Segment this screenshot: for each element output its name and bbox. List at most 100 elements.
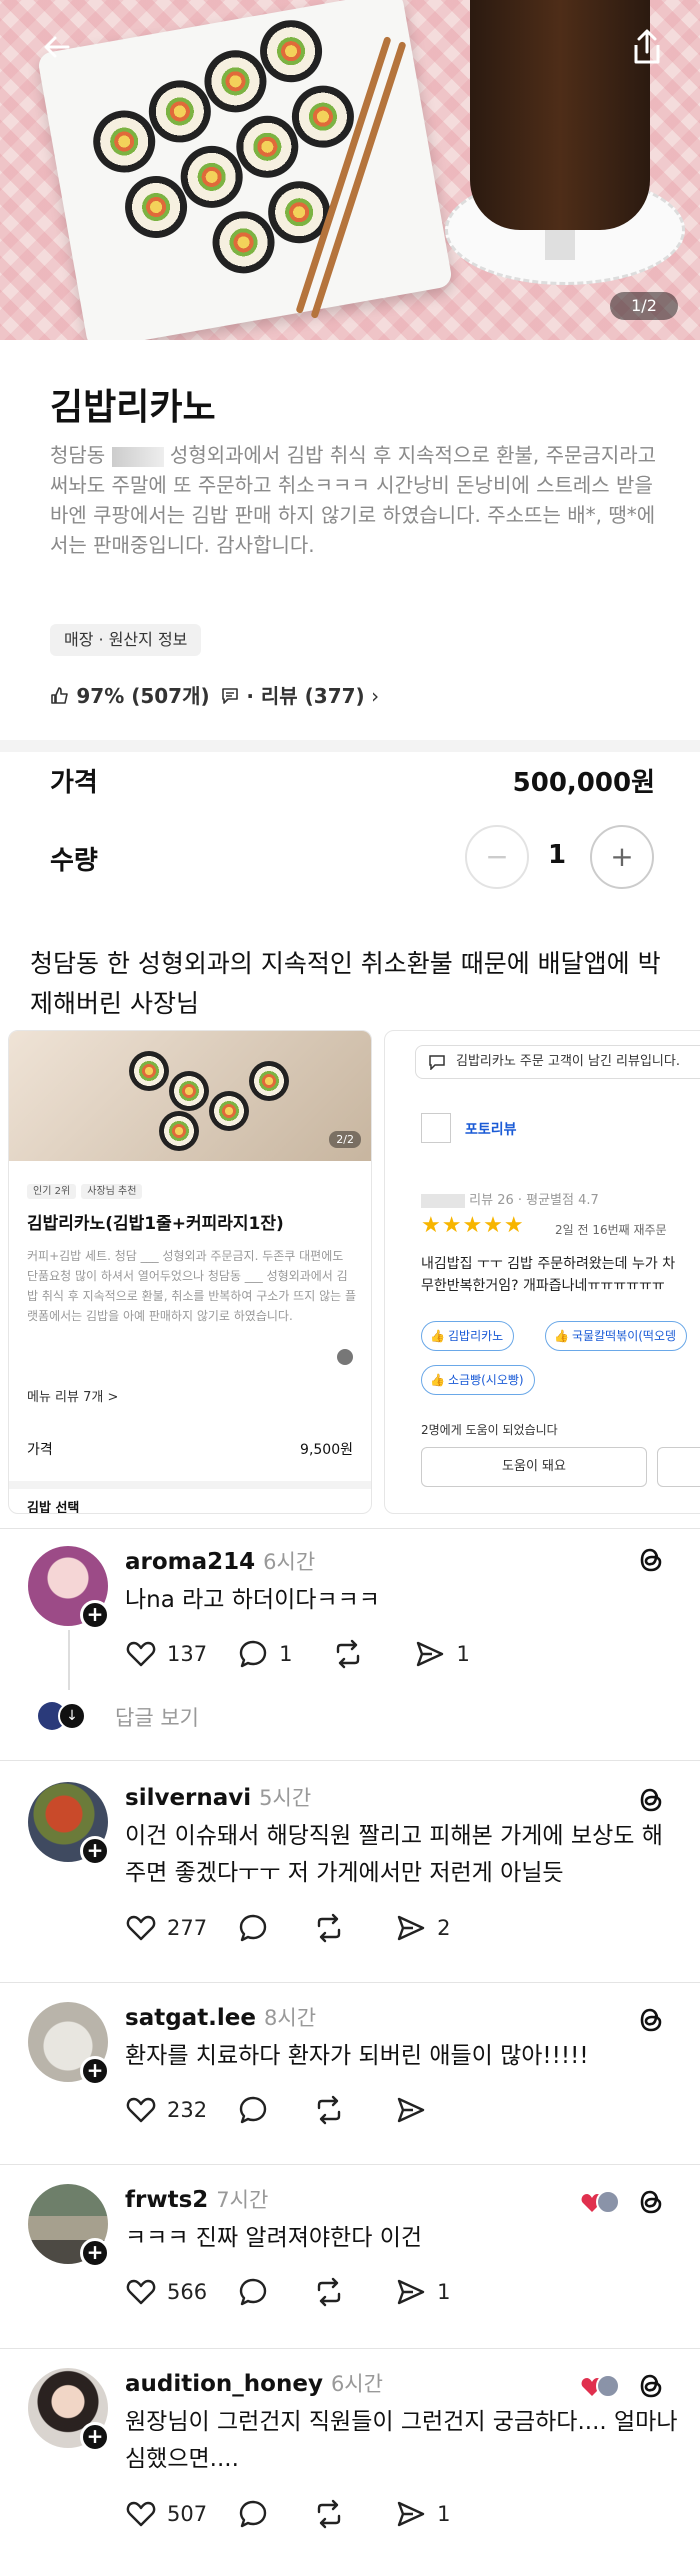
photo-review-checkbox[interactable] — [421, 1113, 451, 1143]
send-icon[interactable] — [395, 2094, 427, 2126]
embedded-menu-screenshot[interactable]: 2/2 인기 2위 사장님 추천 김밥리카노(김밥1줄+커피라지1잔) 커피+김… — [8, 1030, 372, 1514]
menu-chip[interactable]: 👍 소금빵(시오빵) — [421, 1365, 535, 1395]
like-count: 507 — [167, 2502, 208, 2526]
kimbap-select-label: 김밥 선택 — [27, 1501, 80, 1514]
follow-plus-icon[interactable]: + — [80, 2238, 110, 2268]
post-caption: 청담동 한 성형외과의 지속적인 취소환불 때문에 배달앱에 박제해버린 사장님 — [30, 949, 661, 1018]
coffee-glass — [470, 0, 650, 230]
menu-name: 김밥리카노(김밥1줄+커피라지1잔) — [27, 1214, 284, 1234]
share-icon[interactable] — [630, 28, 664, 66]
divider — [0, 2164, 700, 2165]
comment: + frwts2 7시간 ㅋㅋㅋ 진짜 알려져야한다 이건 566 1 — [0, 2166, 700, 2346]
chevron-right-icon: › — [371, 684, 380, 708]
quantity-plus-button[interactable]: + — [590, 825, 654, 889]
menu-description: 커피+김밥 세트. 청담 ___ 성형외과 주문금지. 두존쿠 대편에도 단품요… — [27, 1249, 357, 1323]
threads-icon[interactable] — [635, 2186, 667, 2218]
comment-username[interactable]: frwts2 7시간 — [125, 2184, 268, 2214]
thumbs-up-icon — [51, 687, 68, 704]
threads-icon[interactable] — [635, 1544, 667, 1576]
comment: + satgat.lee 8시간 환자를 치료하다 환자가 되버린 애들이 많아!… — [0, 1984, 700, 2164]
follow-plus-icon[interactable]: + — [80, 2422, 110, 2452]
heart-icon[interactable] — [125, 1638, 157, 1670]
quantity-minus-button[interactable]: − — [465, 825, 529, 889]
thumbs-up-icon: 👍 — [430, 1373, 445, 1387]
threads-icon[interactable] — [635, 1784, 667, 1816]
send-icon[interactable] — [395, 2498, 427, 2530]
price-value: 500,000원 — [512, 768, 655, 798]
section-divider — [0, 740, 700, 752]
comment-username[interactable]: aroma214 6시간 — [125, 1546, 315, 1576]
threads-icon[interactable] — [635, 2004, 667, 2036]
thumbs-up-icon: 👍 — [430, 1329, 445, 1343]
comment-text: ㅋㅋㅋ 진짜 알려져야한다 이건 — [125, 2225, 423, 2251]
menu-price-label: 가격 — [27, 1442, 53, 1458]
comment-icon — [222, 688, 238, 704]
menu-review-link[interactable]: 메뉴 리뷰 7개 > — [27, 1386, 118, 1405]
menu-chip[interactable]: 👍 김밥리카노 — [421, 1321, 515, 1351]
reply-icon[interactable] — [237, 2498, 269, 2530]
review-text: 내김밥집 ㅜㅜ 김밥 주문하려왔는데 누가 차 무한반복한거임? 개파즙나네ㅠㅠ… — [421, 1256, 676, 1294]
comment-username[interactable]: silvernavi 5시간 — [125, 1782, 311, 1812]
comment-text: 원장님이 그런건지 직원들이 그런건지 궁금하다.... 얼마나 심했으면...… — [125, 2409, 678, 2472]
follow-plus-icon[interactable]: + — [80, 1600, 110, 1630]
repost-icon[interactable] — [313, 2094, 345, 2126]
quantity-value: 1 — [548, 840, 567, 870]
origin-info-badge[interactable]: 매장 · 원산지 정보 — [50, 624, 202, 656]
send-icon[interactable] — [395, 2276, 427, 2308]
review-notice: 김밥리카노 주문 고객이 남긴 리뷰입니다. — [415, 1045, 700, 1079]
helpful-count: 2명에게 도움이 되었습니다 — [421, 1423, 558, 1437]
kimbap-plate — [36, 0, 454, 340]
secondary-button[interactable] — [657, 1447, 700, 1487]
image-page-indicator: 1/2 — [610, 292, 678, 320]
back-arrow-icon[interactable] — [42, 32, 72, 68]
reply-icon[interactable] — [237, 2276, 269, 2308]
embedded-review-screenshot[interactable]: 김밥리카노 주문 고객이 남긴 리뷰입니다. 포토리뷰 리뷰 26 · 평균별점… — [384, 1030, 700, 1514]
divider — [0, 1528, 700, 1529]
menu-photo-page: 2/2 — [329, 1131, 361, 1148]
repost-icon[interactable] — [332, 1638, 364, 1670]
like-count: 232 — [167, 2098, 208, 2122]
share-count: 2 — [437, 1916, 451, 1940]
send-icon[interactable] — [414, 1638, 446, 1670]
rating-percent: 97% (507개) — [76, 684, 210, 708]
repost-icon[interactable] — [313, 2498, 345, 2530]
liked-by-author-icon — [581, 2190, 620, 2214]
follow-plus-icon[interactable]: + — [80, 1836, 110, 1866]
photo-review-label: 포토리뷰 — [465, 1122, 517, 1138]
repost-icon[interactable] — [313, 1912, 345, 1944]
quantity-label: 수량 — [50, 846, 98, 876]
price-label: 가격 — [50, 768, 98, 798]
rating-summary[interactable]: 97% (507개) · 리뷰 (377) › — [50, 680, 379, 709]
store-name: 김밥리카노 — [50, 387, 216, 428]
popular-tag: 인기 2위 — [27, 1184, 77, 1199]
follow-plus-icon[interactable]: + — [80, 2056, 110, 2086]
comment-text: 환자를 치료하다 환자가 되버린 애들이 많아!!!!! — [125, 2043, 589, 2069]
repost-icon[interactable] — [313, 2276, 345, 2308]
share-count: 1 — [437, 2502, 451, 2526]
helpful-button[interactable]: 도움이 돼요 — [421, 1447, 647, 1487]
share-count: 1 — [437, 2280, 451, 2304]
heart-icon[interactable] — [125, 2094, 157, 2126]
thumbs-up-icon: 👍 — [554, 1329, 569, 1343]
heart-icon[interactable] — [125, 2276, 157, 2308]
hero-image[interactable]: 1/2 — [0, 0, 700, 340]
like-count: 137 — [167, 1642, 208, 1666]
comment-text: 이건 이슈돼서 해당직원 짤리고 피해본 가게에 보상도 해주면 좋겠다ㅜㅜ 저… — [125, 1823, 663, 1886]
heart-icon[interactable] — [125, 2498, 157, 2530]
send-icon[interactable] — [395, 1912, 427, 1944]
view-replies-link[interactable]: 답글 보기 — [115, 1702, 199, 1732]
threads-icon[interactable] — [635, 2370, 667, 2402]
reply-icon[interactable] — [237, 1912, 269, 1944]
review-date: 2일 전 16번째 재주문 — [555, 1223, 667, 1237]
menu-chip[interactable]: 👍 국물칼떡볶이(떡오뎅 — [545, 1321, 688, 1351]
comment-username[interactable]: satgat.lee 8시간 — [125, 2002, 316, 2032]
heart-icon[interactable] — [125, 1912, 157, 1944]
reply-arrow-icon: ↓ — [58, 1702, 86, 1730]
owner-pick-tag: 사장님 추천 — [81, 1184, 143, 1199]
divider — [0, 2348, 700, 2349]
redacted-name — [111, 446, 164, 467]
comment: + aroma214 6시간 나na 라고 하더이다ㅋㅋㅋ 137 1 1 ↓ 답… — [0, 1530, 700, 1770]
comment-username[interactable]: audition_honey 6시간 — [125, 2368, 383, 2398]
reply-icon[interactable] — [237, 2094, 269, 2126]
reply-icon[interactable] — [237, 1638, 269, 1670]
